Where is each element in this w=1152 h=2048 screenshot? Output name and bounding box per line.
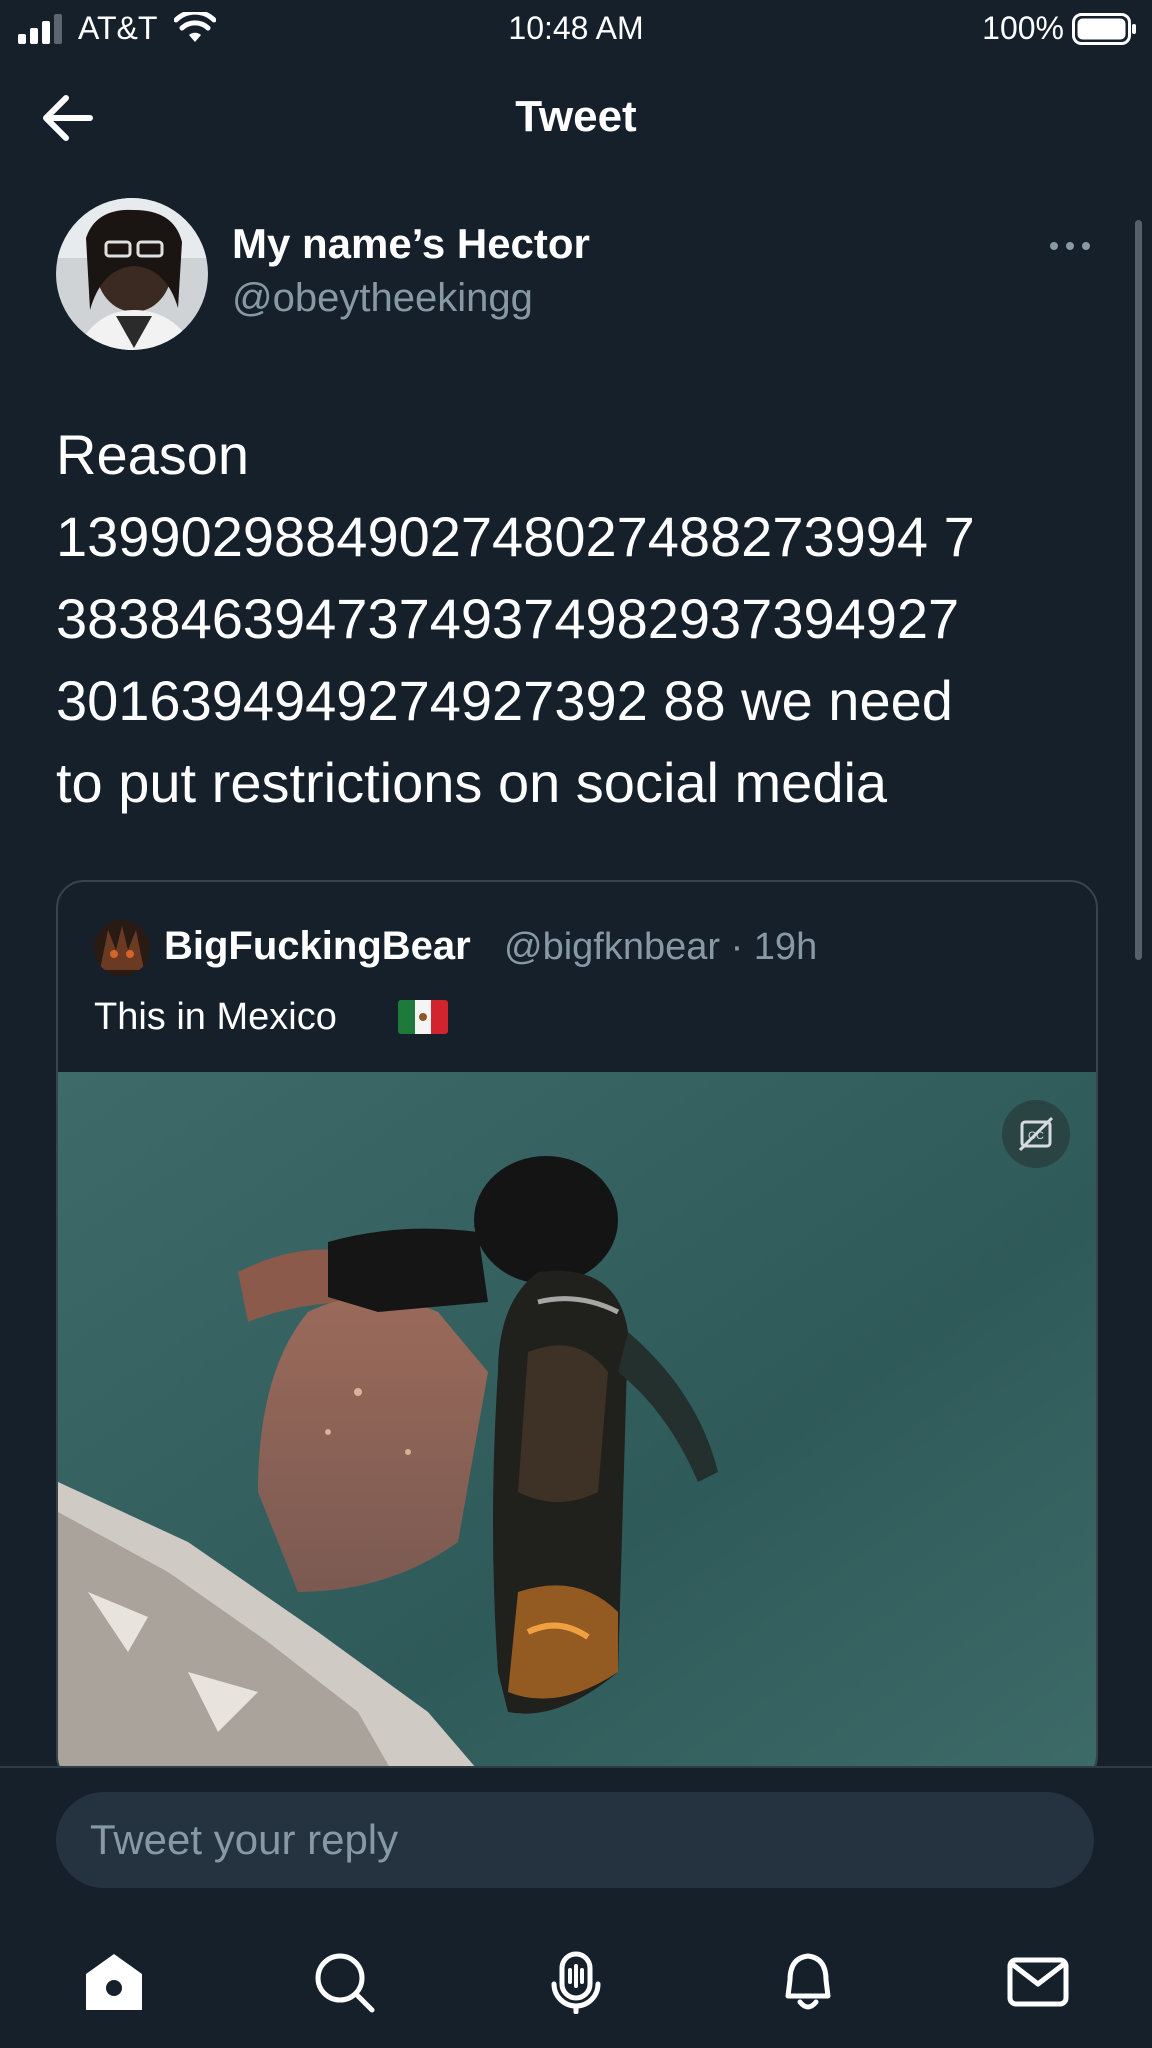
status-bar: AT&T 10:48 AM 100% — [0, 0, 1152, 58]
author-avatar[interactable] — [56, 198, 208, 350]
video-thumbnail[interactable] — [58, 1072, 1096, 1782]
bottom-tab-bar — [0, 1916, 1152, 2048]
reply-bar — [0, 1766, 1152, 1918]
home-icon[interactable] — [82, 1950, 146, 2014]
quote-author-handle: @bigfknbear · 19h — [504, 926, 818, 968]
quote-text: This in Mexico — [94, 996, 337, 1038]
quote-author-avatar — [94, 920, 150, 976]
spaces-icon[interactable] — [544, 1950, 608, 2014]
tweet-detail-screen: AT&T 10:48 AM 100% Tweet My name’s Hecto… — [0, 0, 1152, 2048]
quote-author-name: BigFuckingBear — [164, 924, 471, 968]
notifications-icon[interactable] — [776, 1950, 840, 2014]
scrollbar[interactable] — [1135, 220, 1142, 960]
mexico-flag-icon — [398, 1000, 448, 1034]
battery-icon — [1072, 13, 1136, 45]
more-options-icon[interactable] — [1046, 228, 1094, 264]
top-navigation-bar: Tweet — [0, 60, 1152, 178]
closed-captions-icon[interactable]: CC — [1002, 1100, 1070, 1168]
reply-input[interactable] — [56, 1792, 1094, 1888]
author-name[interactable]: My name’s Hector — [232, 220, 590, 268]
tweet-text: Reason 1399029884902748027488273994 7 38… — [56, 423, 975, 814]
search-icon[interactable] — [312, 1950, 376, 2014]
messages-icon[interactable] — [1006, 1950, 1070, 2014]
author-handle[interactable]: @obeytheekingg — [232, 276, 533, 321]
battery-percentage: 100% — [982, 10, 1064, 46]
page-title: Tweet — [515, 92, 637, 141]
clock: 10:48 AM — [508, 10, 644, 46]
quoted-tweet[interactable]: BigFuckingBear @bigfknbear · 19h This in… — [56, 880, 1098, 1784]
